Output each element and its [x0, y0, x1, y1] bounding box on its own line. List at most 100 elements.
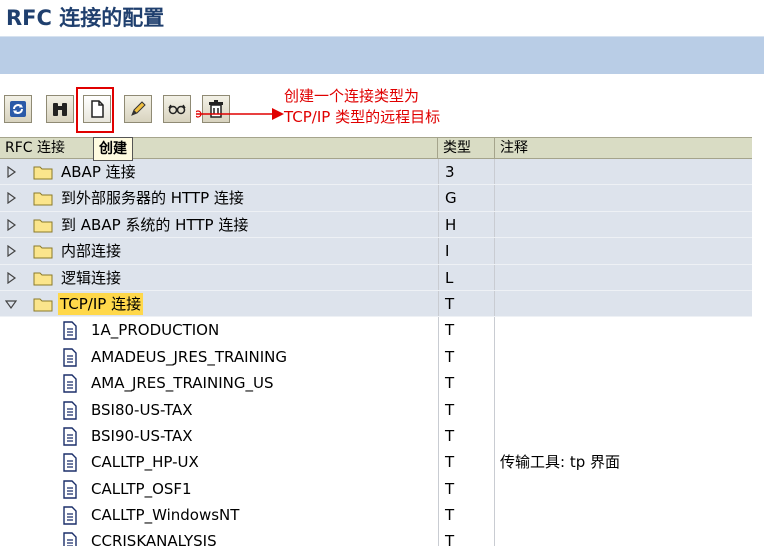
create-tooltip: 创建 — [93, 137, 133, 161]
document-icon — [63, 348, 77, 367]
type-cell: 3 — [438, 159, 495, 186]
tree-leaf-row[interactable]: 1A_PRODUCTION T — [0, 317, 764, 344]
tree-leaf-row[interactable]: CCRISKANALYSIS T — [0, 528, 764, 546]
annotation-arrow — [196, 108, 284, 120]
tree-folder-row[interactable]: 到 ABAP 系统的 HTTP 连接 H — [0, 211, 764, 239]
tree-folder-row[interactable]: 逻辑连接 L — [0, 264, 764, 292]
connection-label[interactable]: CALLTP_OSF1 — [91, 476, 192, 502]
name-cell: TCP/IP 连接 — [0, 291, 438, 317]
annotation-text: 创建一个连接类型为 TCP/IP 类型的远程目标 — [284, 86, 440, 128]
tree-leaf-row[interactable]: AMADEUS_JRES_TRAINING T — [0, 343, 764, 371]
document-icon — [63, 400, 77, 420]
connection-label[interactable]: AMA_JRES_TRAINING_US — [91, 370, 273, 396]
document-icon — [63, 532, 77, 546]
document-icon — [63, 453, 77, 472]
type-cell: L — [438, 264, 495, 291]
page-title: RFC 连接的配置 — [6, 6, 165, 30]
tree-leaf-row[interactable]: CALLTP_OSF1 T — [0, 475, 764, 503]
name-cell: AMADEUS_JRES_TRAINING — [0, 344, 438, 370]
document-icon — [63, 374, 77, 393]
folder-icon — [33, 272, 53, 286]
name-cell: BSI80-US-TAX — [0, 397, 438, 423]
tree-leaf-row[interactable]: CALLTP_WindowsNT T — [0, 502, 764, 529]
document-icon — [63, 506, 77, 525]
note-cell: 传输工具: tp 界面 — [500, 453, 620, 472]
connection-tree: ABAP 连接 3 到外部服务器的 HTTP 连接 G 到 ABAP 系统的 HTTP … — [0, 159, 764, 546]
create-button-highlight — [76, 87, 114, 133]
expand-triangle-icon[interactable] — [5, 166, 17, 178]
copy-button[interactable] — [163, 95, 191, 123]
connection-label[interactable]: CALLTP_HP-UX — [91, 449, 199, 475]
annotation-line-1: 创建一个连接类型为 — [284, 87, 420, 105]
note-cell — [495, 423, 764, 449]
application-band — [0, 36, 764, 75]
name-cell: AMA_JRES_TRAINING_US — [0, 370, 438, 396]
type-cell: T — [438, 449, 495, 476]
expand-triangle-icon[interactable] — [5, 271, 17, 284]
header-type[interactable]: 类型 — [438, 138, 495, 158]
connection-label[interactable]: BSI80-US-TAX — [91, 397, 193, 423]
expand-triangle-icon[interactable] — [5, 245, 17, 258]
glasses-icon — [168, 104, 186, 115]
note-cell — [495, 317, 764, 343]
open-folder-icon — [33, 298, 53, 312]
tree-folder-row[interactable]: TCP/IP 连接 T — [0, 290, 764, 318]
type-cell: T — [438, 422, 495, 450]
tree-leaf-row[interactable]: BSI80-US-TAX T — [0, 396, 764, 423]
refresh-button[interactable] — [4, 95, 32, 123]
document-icon — [63, 321, 77, 341]
connection-label[interactable]: BSI90-US-TAX — [91, 423, 193, 449]
find-button[interactable] — [46, 95, 74, 123]
header-rfc-connection[interactable]: RFC 连接 — [0, 138, 438, 158]
type-cell: T — [438, 502, 495, 529]
tree-folder-row[interactable]: 到外部服务器的 HTTP 连接 G — [0, 185, 764, 213]
folder-icon — [33, 166, 53, 180]
refresh-icon — [10, 101, 26, 117]
folder-label[interactable]: ABAP 连接 — [61, 159, 136, 185]
folder-label[interactable]: 内部连接 — [61, 238, 121, 264]
connection-label[interactable]: CALLTP_WindowsNT — [91, 502, 239, 528]
expand-triangle-icon[interactable] — [5, 218, 17, 231]
tree-folder-row[interactable]: 内部连接 I — [0, 238, 764, 265]
note-cell — [495, 185, 764, 211]
title-bar: RFC 连接的配置 — [0, 0, 764, 36]
tree-leaf-row[interactable]: BSI90-US-TAX T — [0, 422, 764, 450]
collapse-triangle-icon[interactable] — [5, 298, 17, 310]
type-cell: T — [438, 528, 495, 546]
document-icon — [63, 479, 77, 499]
document-icon — [63, 427, 77, 446]
type-cell: T — [438, 317, 495, 344]
change-button[interactable] — [124, 95, 152, 123]
type-cell: T — [438, 343, 495, 371]
connection-label[interactable]: CCRISKANALYSIS — [91, 528, 217, 546]
note-cell — [495, 344, 764, 370]
binoculars-icon — [53, 103, 67, 116]
tree-leaf-row[interactable]: AMA_JRES_TRAINING_US T — [0, 370, 764, 397]
type-cell: I — [438, 238, 495, 265]
window-right-edge — [752, 74, 764, 546]
expand-triangle-icon[interactable] — [5, 192, 17, 205]
type-cell: T — [438, 290, 495, 318]
folder-label[interactable]: 到 ABAP 系统的 HTTP 连接 — [61, 212, 248, 238]
folder-label[interactable]: TCP/IP 连接 — [58, 292, 144, 315]
note-cell — [495, 265, 764, 291]
name-cell: 到 ABAP 系统的 HTTP 连接 — [0, 212, 438, 238]
annotation-line-2: TCP/IP 类型的远程目标 — [284, 108, 441, 126]
folder-icon — [33, 192, 53, 206]
connection-label[interactable]: 1A_PRODUCTION — [91, 317, 219, 343]
name-cell: ABAP 连接 — [0, 159, 438, 185]
note-cell — [495, 528, 764, 546]
note-cell — [495, 476, 764, 502]
note-cell — [495, 291, 764, 317]
tree-folder-row[interactable]: ABAP 连接 3 — [0, 159, 764, 186]
type-cell: T — [438, 475, 495, 503]
type-cell: T — [438, 396, 495, 423]
connection-label[interactable]: AMADEUS_JRES_TRAINING — [91, 344, 287, 370]
pencil-icon — [131, 101, 146, 116]
folder-label[interactable]: 逻辑连接 — [61, 265, 121, 291]
name-cell: 1A_PRODUCTION — [0, 317, 438, 343]
folder-label[interactable]: 到外部服务器的 HTTP 连接 — [61, 185, 244, 211]
header-note[interactable]: 注释 — [495, 138, 764, 158]
tree-leaf-row[interactable]: CALLTP_HP-UX T 传输工具: tp 界面 — [0, 449, 764, 476]
folder-icon — [33, 245, 53, 259]
